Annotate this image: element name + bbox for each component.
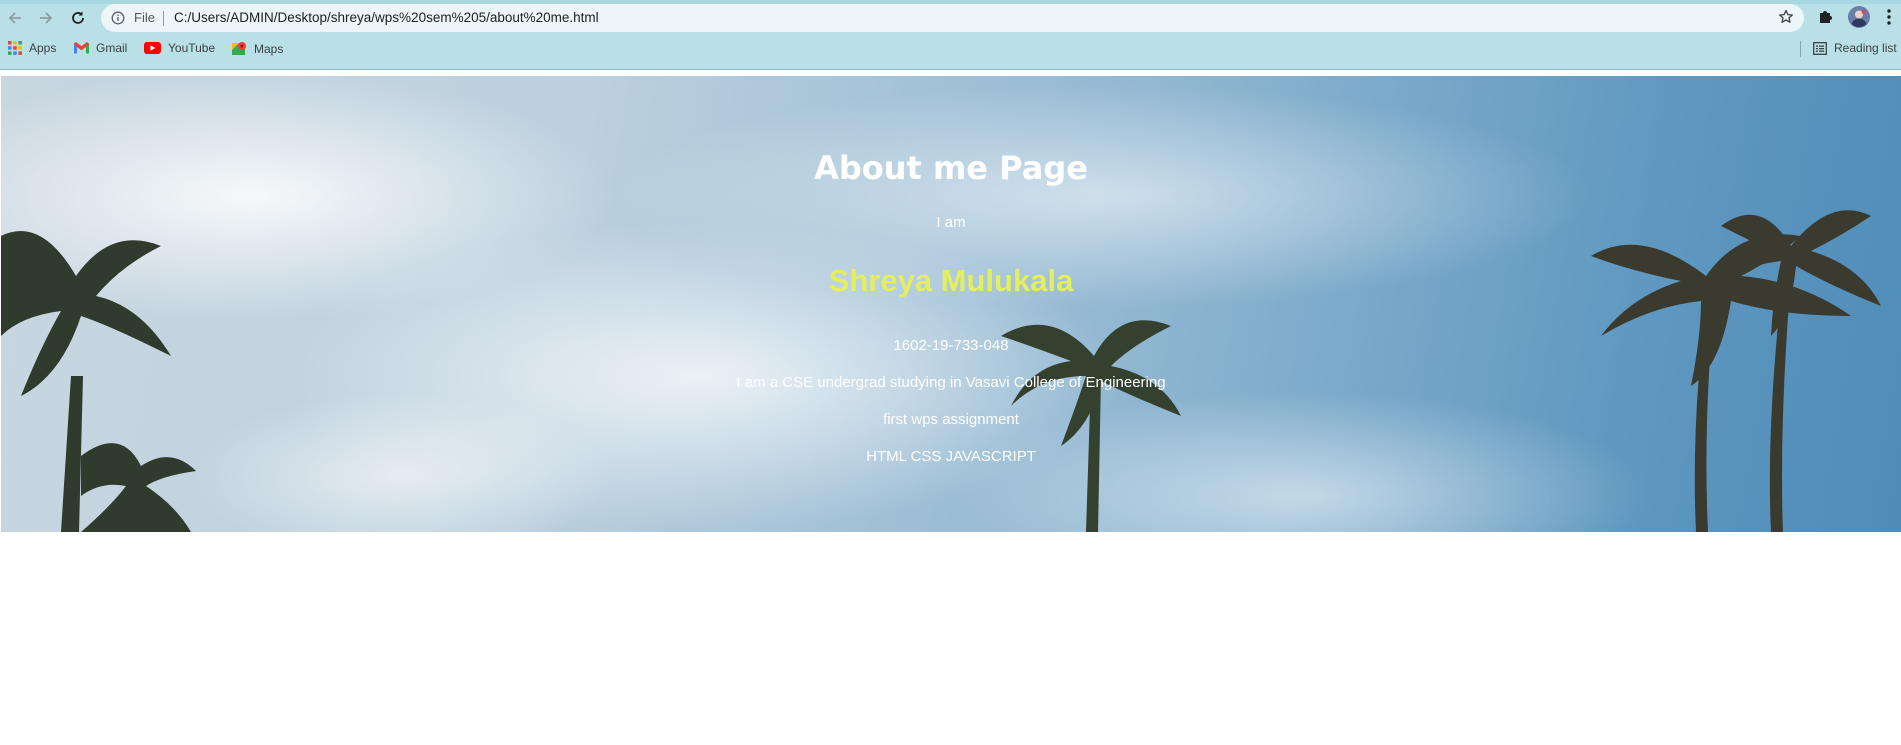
info-icon[interactable] [111, 11, 125, 30]
back-arrow-icon [8, 12, 21, 24]
omnibox-divider [163, 11, 164, 26]
bookmark-youtube[interactable]: YouTube [144, 41, 215, 55]
intro-text: I am [936, 214, 966, 231]
reload-button[interactable] [66, 6, 90, 30]
url-text[interactable]: C:/Users/ADMIN/Desktop/shreya/wps%20sem%… [174, 10, 599, 25]
chrome-divider [0, 69, 1901, 70]
bookmarks-divider [1800, 41, 1801, 57]
forward-button[interactable] [34, 6, 58, 30]
address-bar[interactable]: File C:/Users/ADMIN/Desktop/shreya/wps%2… [101, 4, 1804, 32]
page-title: About me Page [814, 149, 1088, 187]
scheme-label: File [134, 10, 155, 25]
bookmark-label: Gmail [96, 41, 128, 55]
forward-arrow-icon [40, 12, 53, 24]
gmail-icon [74, 42, 89, 54]
youtube-icon [144, 42, 161, 54]
bookmark-apps[interactable]: Apps [8, 41, 56, 55]
maps-icon [232, 41, 247, 56]
more-menu-icon[interactable] [1886, 8, 1892, 31]
reading-list-label: Reading list [1834, 41, 1897, 55]
hero-banner: About me Page I am Shreya Mulukala 1602-… [1, 76, 1901, 532]
reading-list-button[interactable]: Reading list [1813, 41, 1897, 55]
bookmark-label: Apps [29, 41, 57, 55]
browser-chrome: File C:/Users/ADMIN/Desktop/shreya/wps%2… [0, 0, 1901, 70]
reading-list-icon [1813, 41, 1827, 55]
person-name: Shreya Mulukala [828, 263, 1074, 298]
bookmark-gmail[interactable]: Gmail [74, 41, 127, 55]
assignment-text: first wps assignment [883, 411, 1019, 428]
bookmarks-bar: Apps Gmail YouTube Maps Reading list [0, 38, 1901, 62]
back-button[interactable] [3, 6, 27, 30]
apps-grid-icon [8, 41, 22, 55]
bookmark-maps[interactable]: Maps [232, 41, 283, 56]
bookmark-label: YouTube [168, 41, 216, 55]
roll-number: 1602-19-733-048 [893, 337, 1009, 354]
extensions-puzzle-icon[interactable] [1817, 7, 1835, 30]
reload-icon [72, 11, 84, 24]
bookmark-label: Maps [254, 41, 284, 56]
skills-text: HTML CSS JAVASCRIPT [866, 448, 1036, 465]
bookmark-star-icon[interactable] [1778, 9, 1794, 30]
description-text: I am a CSE undergrad studying in Vasavi … [736, 374, 1166, 391]
profile-avatar[interactable] [1848, 6, 1870, 33]
